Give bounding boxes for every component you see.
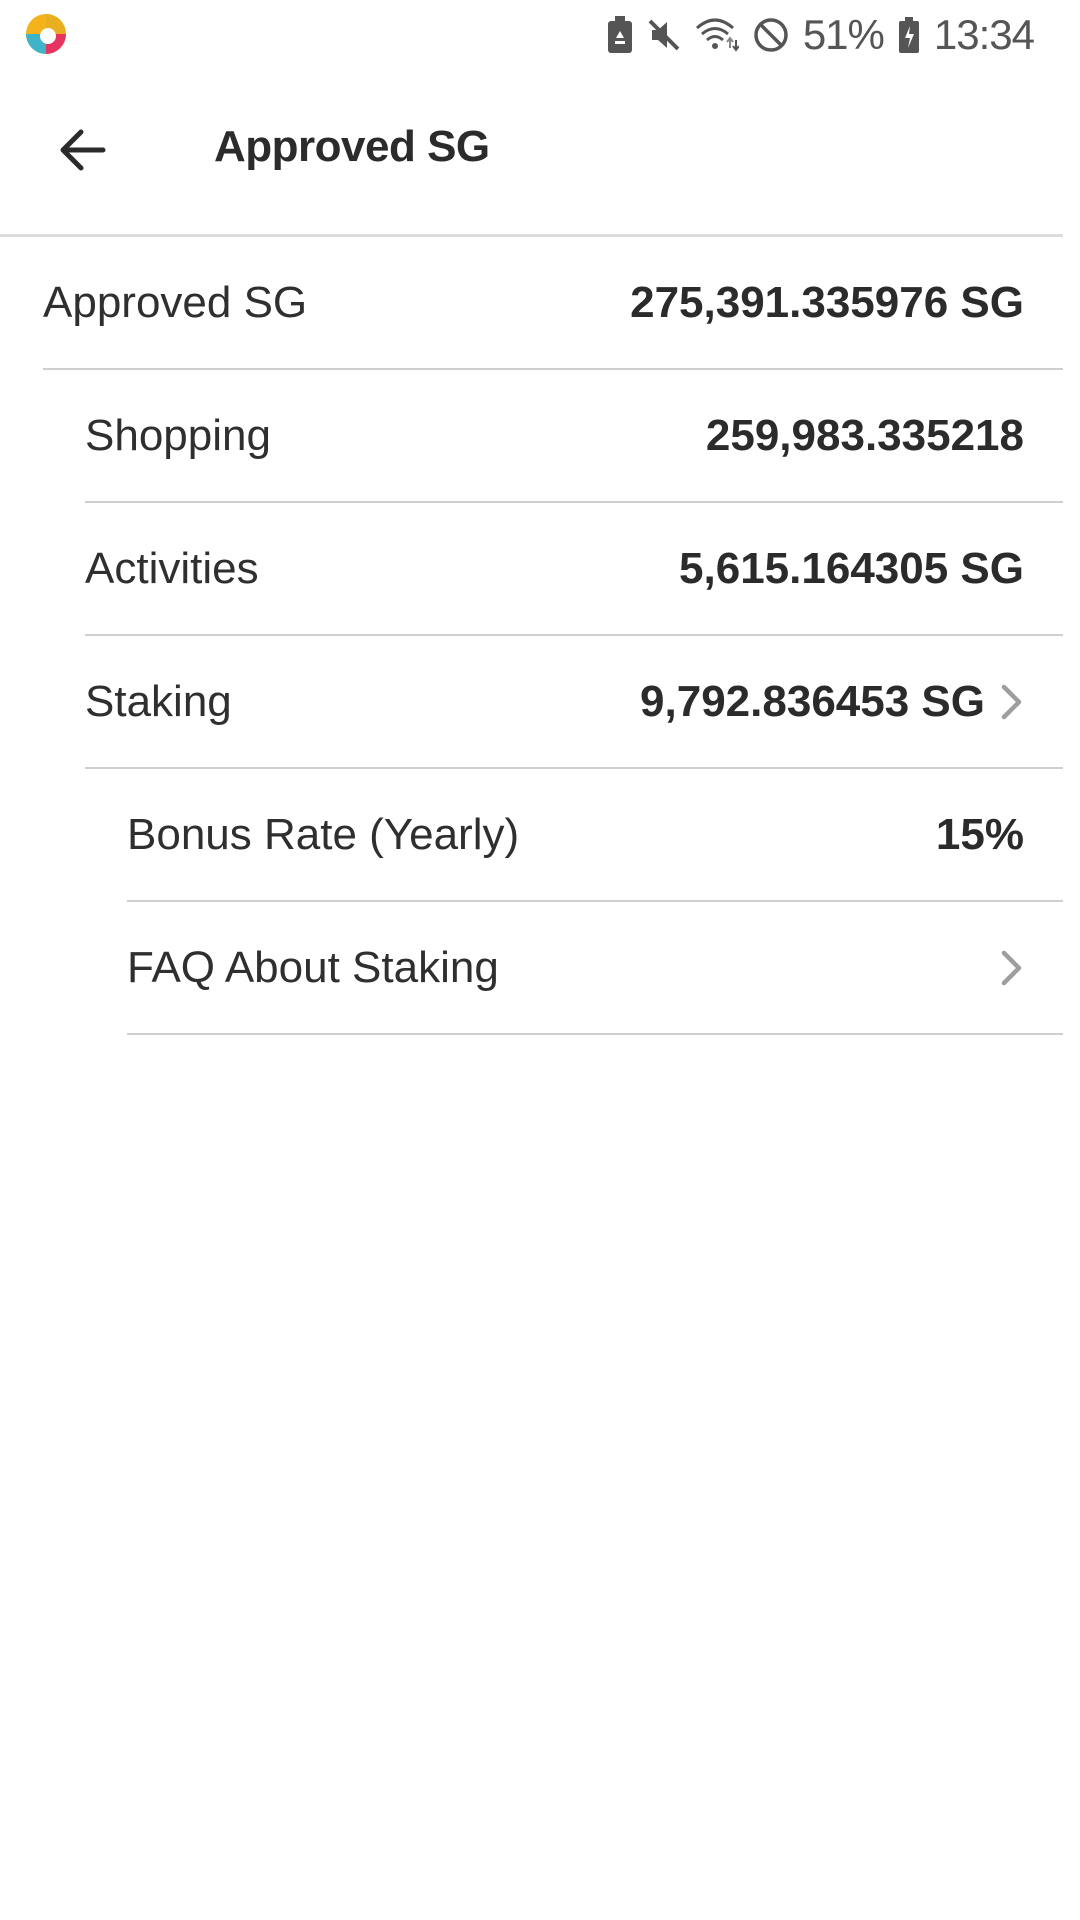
bonus-rate-amount: 15% (935, 809, 1024, 859)
chevron-right-icon (1001, 950, 1022, 985)
faq-staking-row[interactable]: FAQ About Staking (127, 902, 1063, 1035)
battery-charging-icon (898, 17, 919, 53)
back-button[interactable] (40, 114, 124, 186)
arrow-left-icon (60, 129, 106, 171)
clock: 13:34 (933, 11, 1035, 58)
faq-staking-label: FAQ About Staking (127, 942, 499, 992)
approved-sg-row: Approved SG 275,391.335976 SG (43, 237, 1063, 370)
bonus-rate-value: 15% (936, 810, 1063, 860)
status-icons: 51% 13:34 (607, 10, 1035, 60)
staking-amount: 9,792.836453 SG (640, 676, 985, 726)
activities-value: 5,615.164305 SG (679, 544, 1063, 594)
shopping-row: Shopping 259,983.335218 (85, 370, 1063, 503)
activities-label: Activities (85, 543, 259, 593)
shopping-value: 259,983.335218 (706, 411, 1063, 461)
app-logo-icon (26, 14, 66, 54)
faq-staking-value (999, 948, 1063, 988)
shopping-amount: 259,983.335218 (705, 410, 1024, 460)
approved-sg-value: 275,391.335976 SG (630, 278, 1063, 328)
battery-saver-icon (607, 16, 632, 53)
bonus-rate-label: Bonus Rate (Yearly) (127, 809, 520, 859)
battery-percent: 51% (802, 11, 885, 58)
status-bar: 51% 13:34 (0, 0, 1080, 72)
activities-amount: 5,615.164305 SG (679, 543, 1024, 593)
app-bar: Approved SG (0, 72, 1063, 237)
activities-row: Activities 5,615.164305 SG (85, 503, 1063, 636)
mute-icon (648, 19, 680, 51)
do-not-disturb-icon (754, 18, 788, 52)
shopping-label: Shopping (85, 410, 271, 460)
bonus-rate-row: Bonus Rate (Yearly) 15% (127, 769, 1063, 902)
staking-row[interactable]: Staking 9,792.836453 SG (85, 636, 1063, 769)
approved-sg-amount: 275,391.335976 SG (630, 277, 1024, 327)
chevron-right-icon (1001, 684, 1022, 719)
page-title: Approved SG (214, 122, 490, 171)
staking-label: Staking (85, 676, 232, 726)
wifi-icon (695, 18, 739, 52)
staking-value: 9,792.836453 SG (640, 677, 1063, 727)
approved-sg-label: Approved SG (43, 277, 308, 327)
